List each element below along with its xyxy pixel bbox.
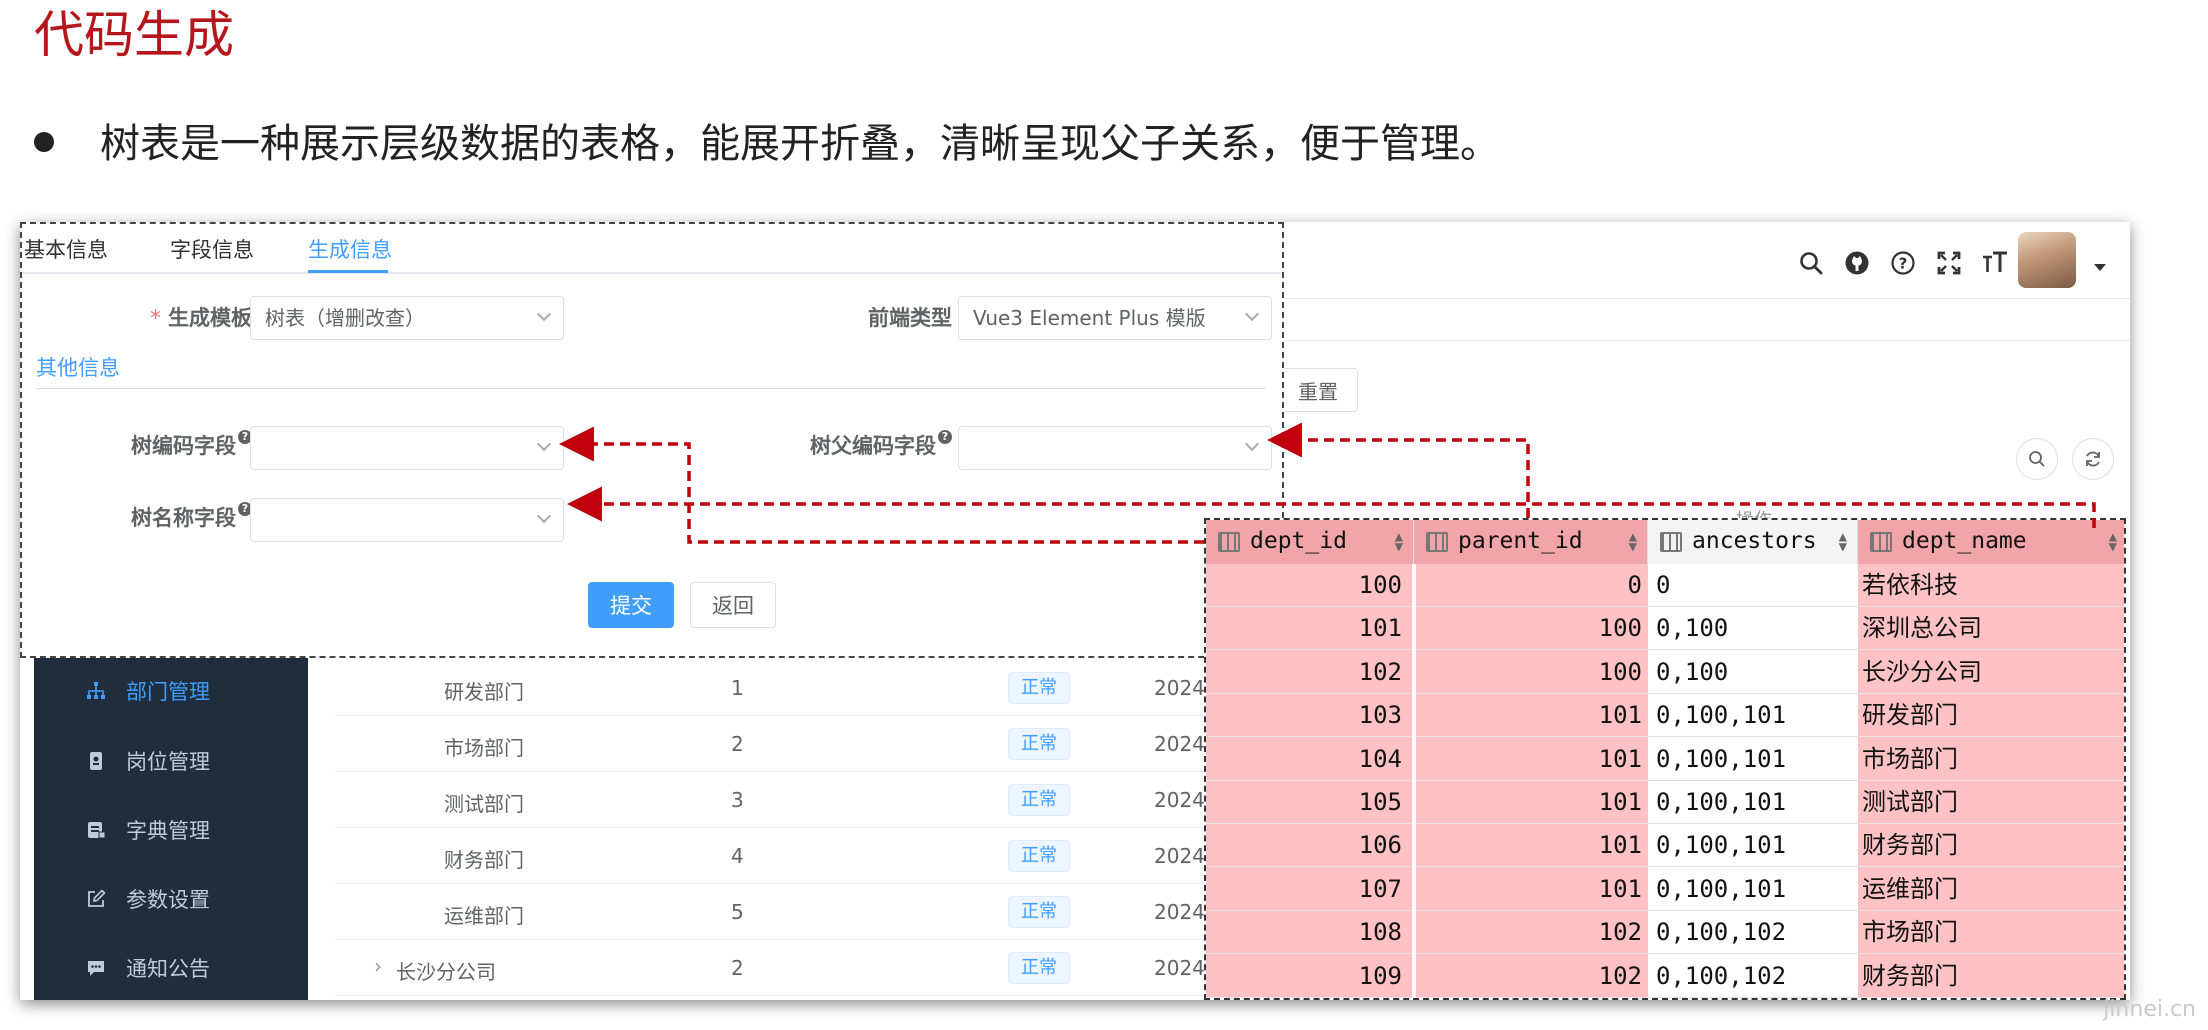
relation-arrows (559, 422, 2096, 544)
arrow-parent-id-to-tree-parent (1267, 422, 1530, 518)
screenshot-frame: ? 重置 操作 部门管理 岗位管理 字典管理 (20, 222, 2130, 1000)
bullet-dot (34, 132, 54, 152)
bullet-text: 树表是一种展示层级数据的表格，能展开折叠，清晰呈现父子关系，便于管理。 (100, 121, 1500, 167)
slide-title: 代码生成 (34, 6, 234, 64)
arrow-dept-name-to-tree-name (567, 486, 2096, 528)
arrow-dept-id-to-tree-code (559, 426, 1204, 544)
watermark: jinnei.cn (2103, 997, 2196, 1022)
